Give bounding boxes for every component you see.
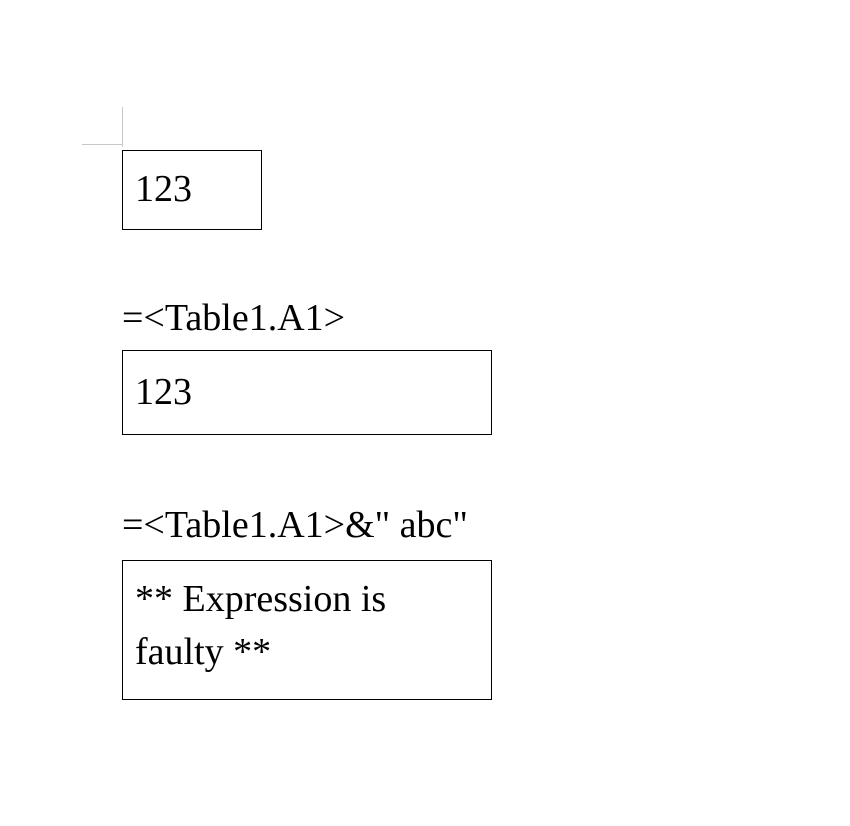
result-cell-2[interactable]: ** Expression is faulty ** bbox=[122, 560, 492, 700]
source-cell-value: 123 bbox=[135, 167, 192, 213]
formula-text-2: =<Table1.A1>&" abc" bbox=[122, 505, 468, 547]
result-cell-1[interactable]: 123 bbox=[122, 350, 492, 435]
page-margin-corner bbox=[82, 107, 124, 149]
formula-text-1: =<Table1.A1> bbox=[122, 298, 345, 340]
source-table-cell[interactable]: 123 bbox=[122, 150, 262, 230]
result-cell-1-value: 123 bbox=[135, 370, 192, 416]
result-cell-2-value: ** Expression is faulty ** bbox=[135, 578, 386, 673]
